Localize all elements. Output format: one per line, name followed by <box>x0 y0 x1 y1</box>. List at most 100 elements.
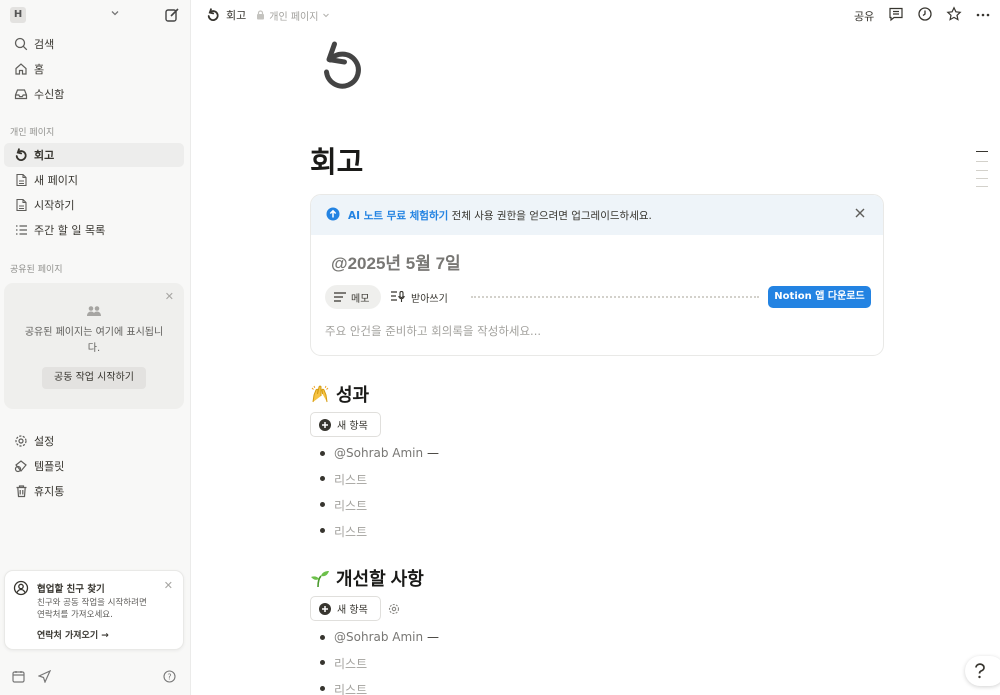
more-icon[interactable] <box>975 6 991 22</box>
sidebar-item-label: 휴지통 <box>34 485 65 498</box>
divider <box>471 296 759 298</box>
template-icon <box>14 460 27 473</box>
sidebar-item-weekly-todo[interactable]: 주간 할 일 목록 <box>4 218 184 242</box>
new-item-label: 새 항목 <box>337 421 368 432</box>
home-icon <box>15 63 27 75</box>
star-icon[interactable] <box>946 6 962 22</box>
sidebar-item-label: 홈 <box>34 63 45 76</box>
tab-memo-label: 메모 <box>351 293 370 305</box>
list-item[interactable]: 리스트 <box>334 655 367 672</box>
user-mention[interactable]: @Sohrab Amin <box>334 630 423 644</box>
breadcrumb-title[interactable]: 회고 <box>226 7 246 23</box>
breadcrumb[interactable]: 회고 개인 페이지 <box>206 7 330 23</box>
user-mention[interactable]: @Sohrab Amin <box>334 446 423 460</box>
share-button[interactable]: 공유 <box>854 8 874 24</box>
bullet-dot <box>320 502 325 507</box>
tab-memo[interactable]: 메모 <box>325 285 381 309</box>
close-icon[interactable] <box>853 206 867 220</box>
list-item[interactable]: @Sohrab Amin — <box>334 630 439 644</box>
section-heading[interactable]: 개선할 사항 <box>310 565 424 591</box>
notes-placeholder[interactable]: 주요 안건을 준비하고 회의록을 작성하세요... <box>325 323 541 339</box>
meeting-date[interactable]: @2025년 5월 7일 <box>331 249 461 274</box>
shared-empty-message: 공유된 페이지는 여기에 표시됩니다. <box>24 327 164 354</box>
sidebar-item-home[interactable]: 홈 <box>4 57 184 81</box>
ai-meeting-notes-card: AI 노트 무료 체험하기 전체 사용 권한을 얻으려면 업그레이드하세요. @… <box>310 194 884 356</box>
list-item[interactable]: 리스트 <box>334 471 367 488</box>
lock-icon <box>257 10 265 20</box>
bullet-dot <box>320 476 325 481</box>
tab-transcript-label: 받아쓰기 <box>411 293 448 305</box>
new-item-button[interactable]: 새 항목 <box>310 596 381 621</box>
clock-icon[interactable] <box>917 6 933 22</box>
download-app-button[interactable]: Notion 앱 다운로드 <box>768 286 871 308</box>
inbox-icon <box>14 89 28 100</box>
outline-marker[interactable] <box>976 178 988 179</box>
import-contacts-label: 연락처 가져오기 <box>37 631 99 641</box>
shared-section-title[interactable]: 공유된 페이지 <box>10 262 63 275</box>
sidebar-item-getting-started[interactable]: 시작하기 <box>4 193 184 217</box>
send-icon[interactable] <box>38 670 51 683</box>
free-trial-link[interactable]: AI 노트 무료 체험하기 <box>348 210 448 222</box>
sidebar-item-trash[interactable]: 휴지통 <box>4 479 184 503</box>
outline-marker[interactable] <box>976 151 988 152</box>
start-collaboration-button[interactable]: 공동 작업 시작하기 <box>42 367 146 389</box>
section-heading-text: 성과 <box>336 385 370 405</box>
outline-marker[interactable] <box>976 161 988 162</box>
sidebar-item-new-page[interactable]: 새 페이지 <box>4 168 184 192</box>
workspace-avatar[interactable]: H <box>10 7 26 23</box>
help-fab[interactable] <box>965 656 1000 686</box>
list-item[interactable]: 리스트 <box>334 681 367 695</box>
sidebar-item-search[interactable]: 검색 <box>4 32 184 56</box>
private-section-title[interactable]: 개인 페이지 <box>10 125 54 138</box>
sidebar-item-retro[interactable]: 회고 <box>4 143 184 167</box>
comment-icon[interactable] <box>888 6 904 22</box>
outline-marker[interactable] <box>976 186 988 187</box>
list-item[interactable]: @Sohrab Amin — <box>334 446 439 460</box>
close-icon[interactable]: ✕ <box>165 290 174 303</box>
sidebar-item-templates[interactable]: 템플릿 <box>4 454 184 478</box>
list-icon <box>15 225 27 235</box>
outline-marker[interactable] <box>976 170 988 171</box>
upgrade-banner: AI 노트 무료 체험하기 전체 사용 권한을 얻으려면 업그레이드하세요. <box>311 195 883 235</box>
seedling-icon <box>310 568 330 588</box>
mention-dash: — <box>423 446 439 460</box>
people-icon <box>87 306 101 316</box>
plus-circle-icon <box>319 418 331 431</box>
new-item-button[interactable]: 새 항목 <box>310 412 381 437</box>
tab-transcript[interactable]: 받아쓰기 <box>391 285 448 309</box>
sidebar-item-label: 템플릿 <box>34 460 65 473</box>
section-heading[interactable]: 성과 <box>310 381 369 407</box>
calendar-icon[interactable] <box>12 670 25 683</box>
arrow-right-icon: → <box>101 631 109 641</box>
invite-description: 친구와 공동 작업을 시작하려면 연락처를 가져오세요. <box>37 598 147 620</box>
privacy-label: 개인 페이지 <box>269 11 319 23</box>
gear-icon[interactable] <box>388 603 400 615</box>
privacy-menu[interactable]: 개인 페이지 <box>256 8 330 23</box>
chevron-down-icon[interactable] <box>110 8 120 18</box>
topbar: 회고 개인 페이지 공유 <box>192 0 1000 30</box>
bullet-dot <box>320 660 325 665</box>
arrow-up-circle-icon <box>326 207 340 221</box>
list-item[interactable]: 리스트 <box>334 497 367 514</box>
mention-dash: — <box>423 630 439 644</box>
svg-text:?: ? <box>167 673 171 682</box>
new-page-icon[interactable] <box>164 7 180 23</box>
trash-icon <box>16 485 26 498</box>
sidebar-item-label: 설정 <box>34 435 55 448</box>
close-icon[interactable]: ✕ <box>164 579 173 592</box>
search-icon <box>14 37 28 51</box>
undo-arrow-icon <box>15 148 27 161</box>
help-icon[interactable]: ? <box>163 670 176 683</box>
import-contacts-link[interactable]: 연락처 가져오기 → <box>37 628 109 641</box>
list-item[interactable]: 리스트 <box>334 523 367 540</box>
workspace-switcher[interactable]: H <box>10 7 182 25</box>
page-title[interactable]: 회고 <box>310 139 363 181</box>
chevron-down-icon <box>323 13 330 18</box>
sidebar-item-label: 수신함 <box>34 88 65 101</box>
sidebar-item-settings[interactable]: 설정 <box>4 429 184 453</box>
sidebar-item-inbox[interactable]: 수신함 <box>4 82 184 106</box>
bullet-dot <box>320 686 325 691</box>
invite-card: ✕ 협업할 친구 찾기 친구와 공동 작업을 시작하려면 연락처를 가져오세요.… <box>4 570 184 650</box>
invite-title: 협업할 친구 찾기 <box>37 584 105 595</box>
undo-arrow-icon[interactable] <box>318 40 366 96</box>
